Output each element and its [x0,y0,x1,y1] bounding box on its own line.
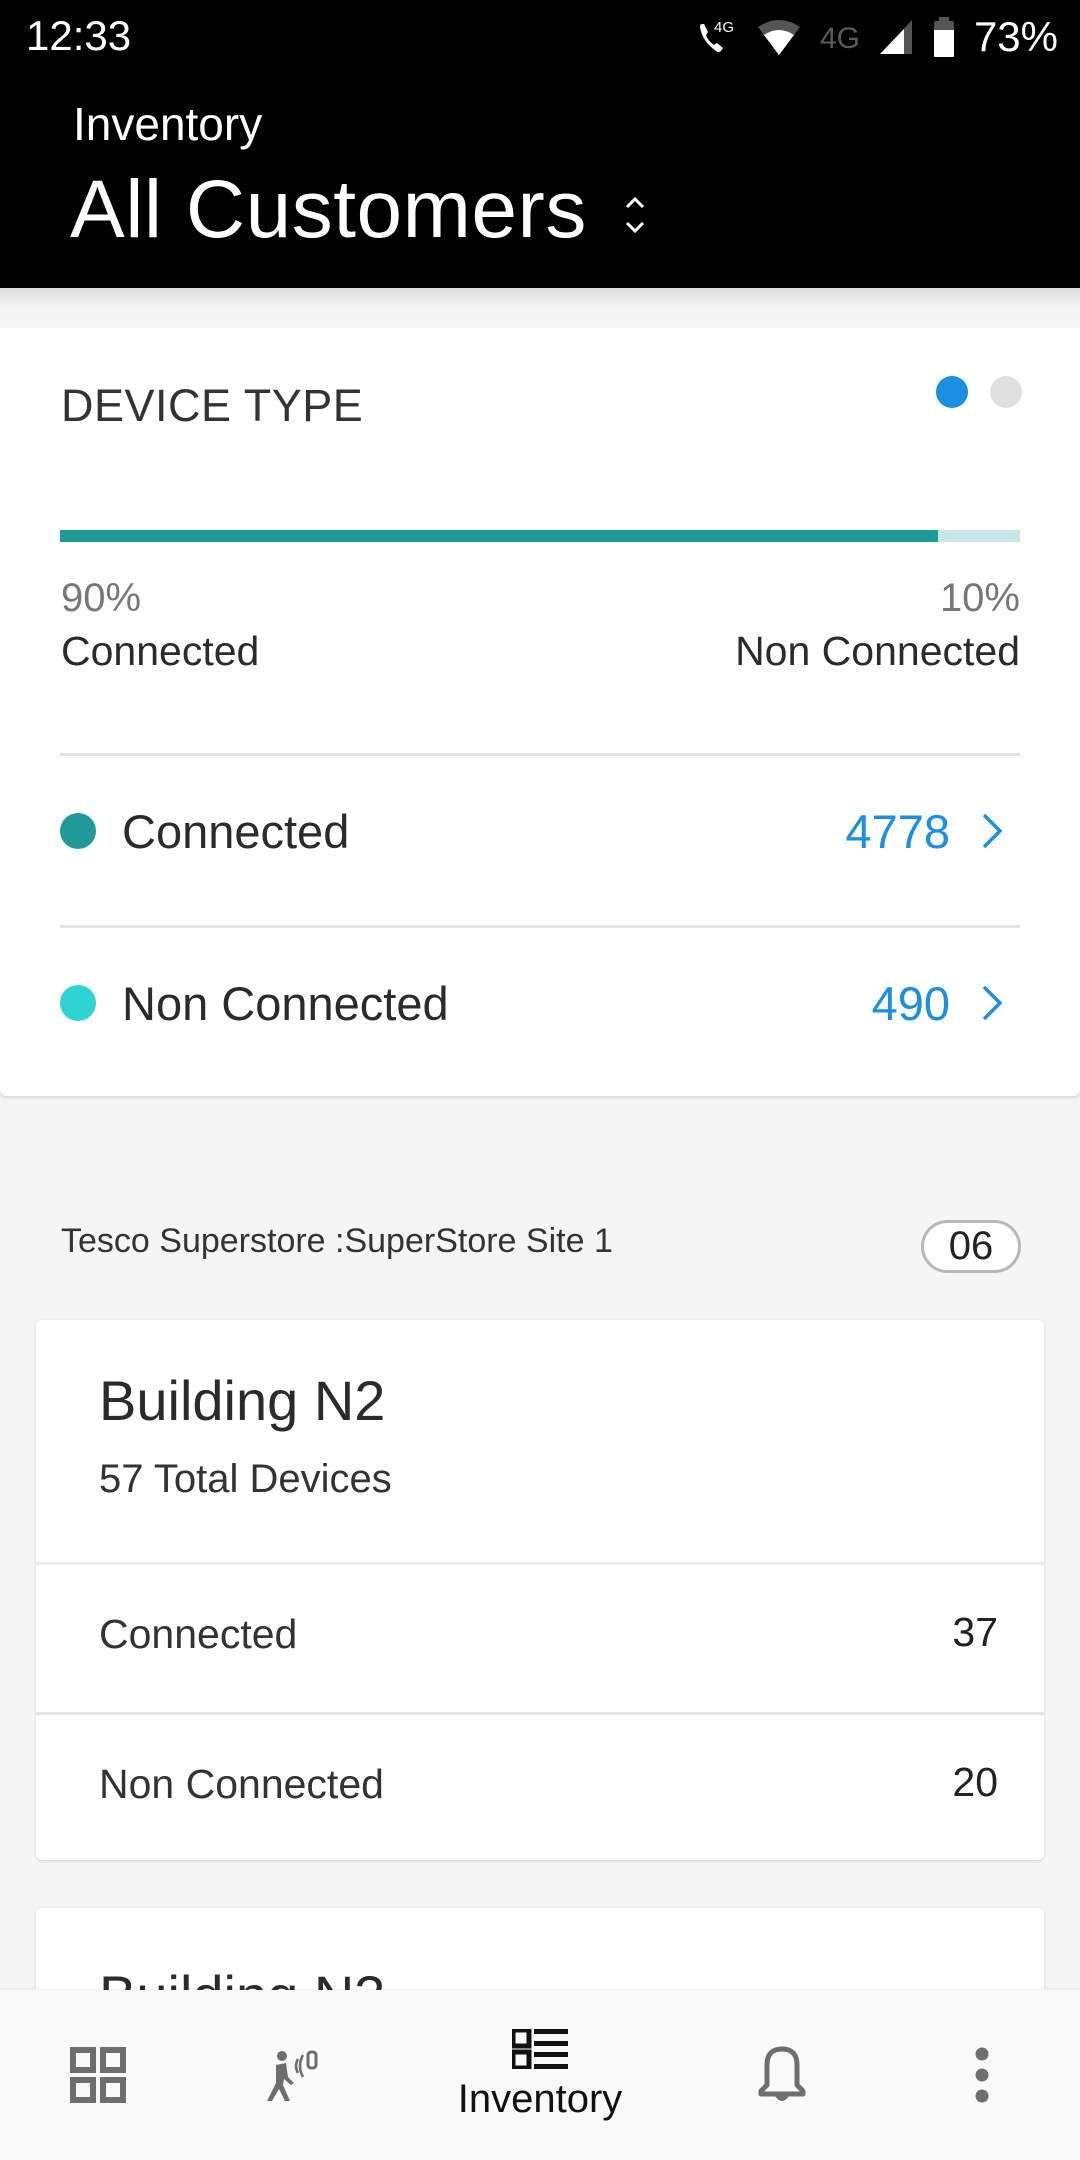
nav-walk-test[interactable] [246,1990,346,2160]
volte-call-4g-icon: 4G [699,19,734,52]
svg-text:4G: 4G [714,19,734,36]
unfold-icon [625,196,644,234]
customer-selector[interactable]: All Customers [70,163,647,257]
status-bar: 12:33 4G 4G 73% [0,0,1080,75]
row-label: Non Connected [122,976,449,1030]
walk-test-icon [267,2050,318,2101]
status-time: 12:33 [26,12,132,59]
nav-inventory[interactable]: Inventory [440,1990,640,2160]
non-connected-percent: 10% [939,576,1020,620]
connected-dot-icon [60,813,96,849]
device-type-card: DEVICE TYPE 90% 10% Connected Non Connec… [0,328,1080,1096]
nav-dashboard[interactable] [48,1990,148,2160]
divider [60,753,1020,756]
row-count: 490 [871,976,950,1030]
connected-fill [60,530,939,542]
site-count-badge: 06 [921,1220,1021,1273]
row-label: Non Connected [99,1761,384,1807]
building-non-connected-row[interactable]: Non Connected 20 [36,1715,1044,1862]
chevron-right-icon [982,985,1003,1021]
connected-label: Connected [61,628,260,674]
non-connected-row[interactable]: Non Connected 490 [60,953,1020,1053]
cell-signal-icon [879,20,912,54]
4g-icon: 4G [820,22,860,54]
card-title: DEVICE TYPE [61,380,364,431]
non-connected-label: Non Connected [735,628,1020,674]
more-vert-icon [975,2047,989,2103]
battery-icon [933,17,954,57]
chevron-right-icon [982,813,1003,849]
connection-progress-bar [60,530,1020,542]
nav-alerts[interactable] [732,1990,832,2160]
building-total-devices: 57 Total Devices [99,1457,392,1501]
page-indicator[interactable] [936,376,1022,408]
connected-percent: 90% [61,576,142,620]
bell-icon [758,2046,806,2101]
connected-row[interactable]: Connected 4778 [60,781,1020,881]
non-connected-dot-icon [60,985,96,1021]
divider [60,925,1020,928]
site-name: Tesco Superstore :SuperStore Site 1 [61,1222,613,1260]
status-icons: 4G 4G 73% [696,13,1058,60]
building-name: Building N2 [99,1369,386,1432]
building-card[interactable]: Building N2 57 Total Devices Connected 3… [36,1320,1044,1860]
svg-text:4G: 4G [820,22,860,54]
building-connected-row[interactable]: Connected 37 [36,1565,1044,1712]
app-header: Inventory All Customers [0,75,1080,288]
page-dot-active[interactable] [936,376,968,408]
row-value: 37 [952,1609,998,1655]
nav-label: Inventory [457,2076,623,2121]
battery-percent: 73% [973,13,1058,60]
page-title: All Customers [70,164,587,255]
header-subtitle: Inventory [73,98,263,150]
header-shadow [0,288,1080,328]
page-dot[interactable] [990,376,1022,408]
row-label: Connected [99,1611,298,1657]
inventory-list-icon [512,2028,568,2069]
row-count: 4778 [845,804,950,858]
dashboard-grid-icon [70,2047,126,2103]
bottom-nav: Inventory [0,1990,1080,2160]
wifi-icon [757,20,800,55]
row-value: 20 [952,1759,998,1805]
row-label: Connected [122,804,350,858]
nav-more[interactable] [932,1990,1032,2160]
